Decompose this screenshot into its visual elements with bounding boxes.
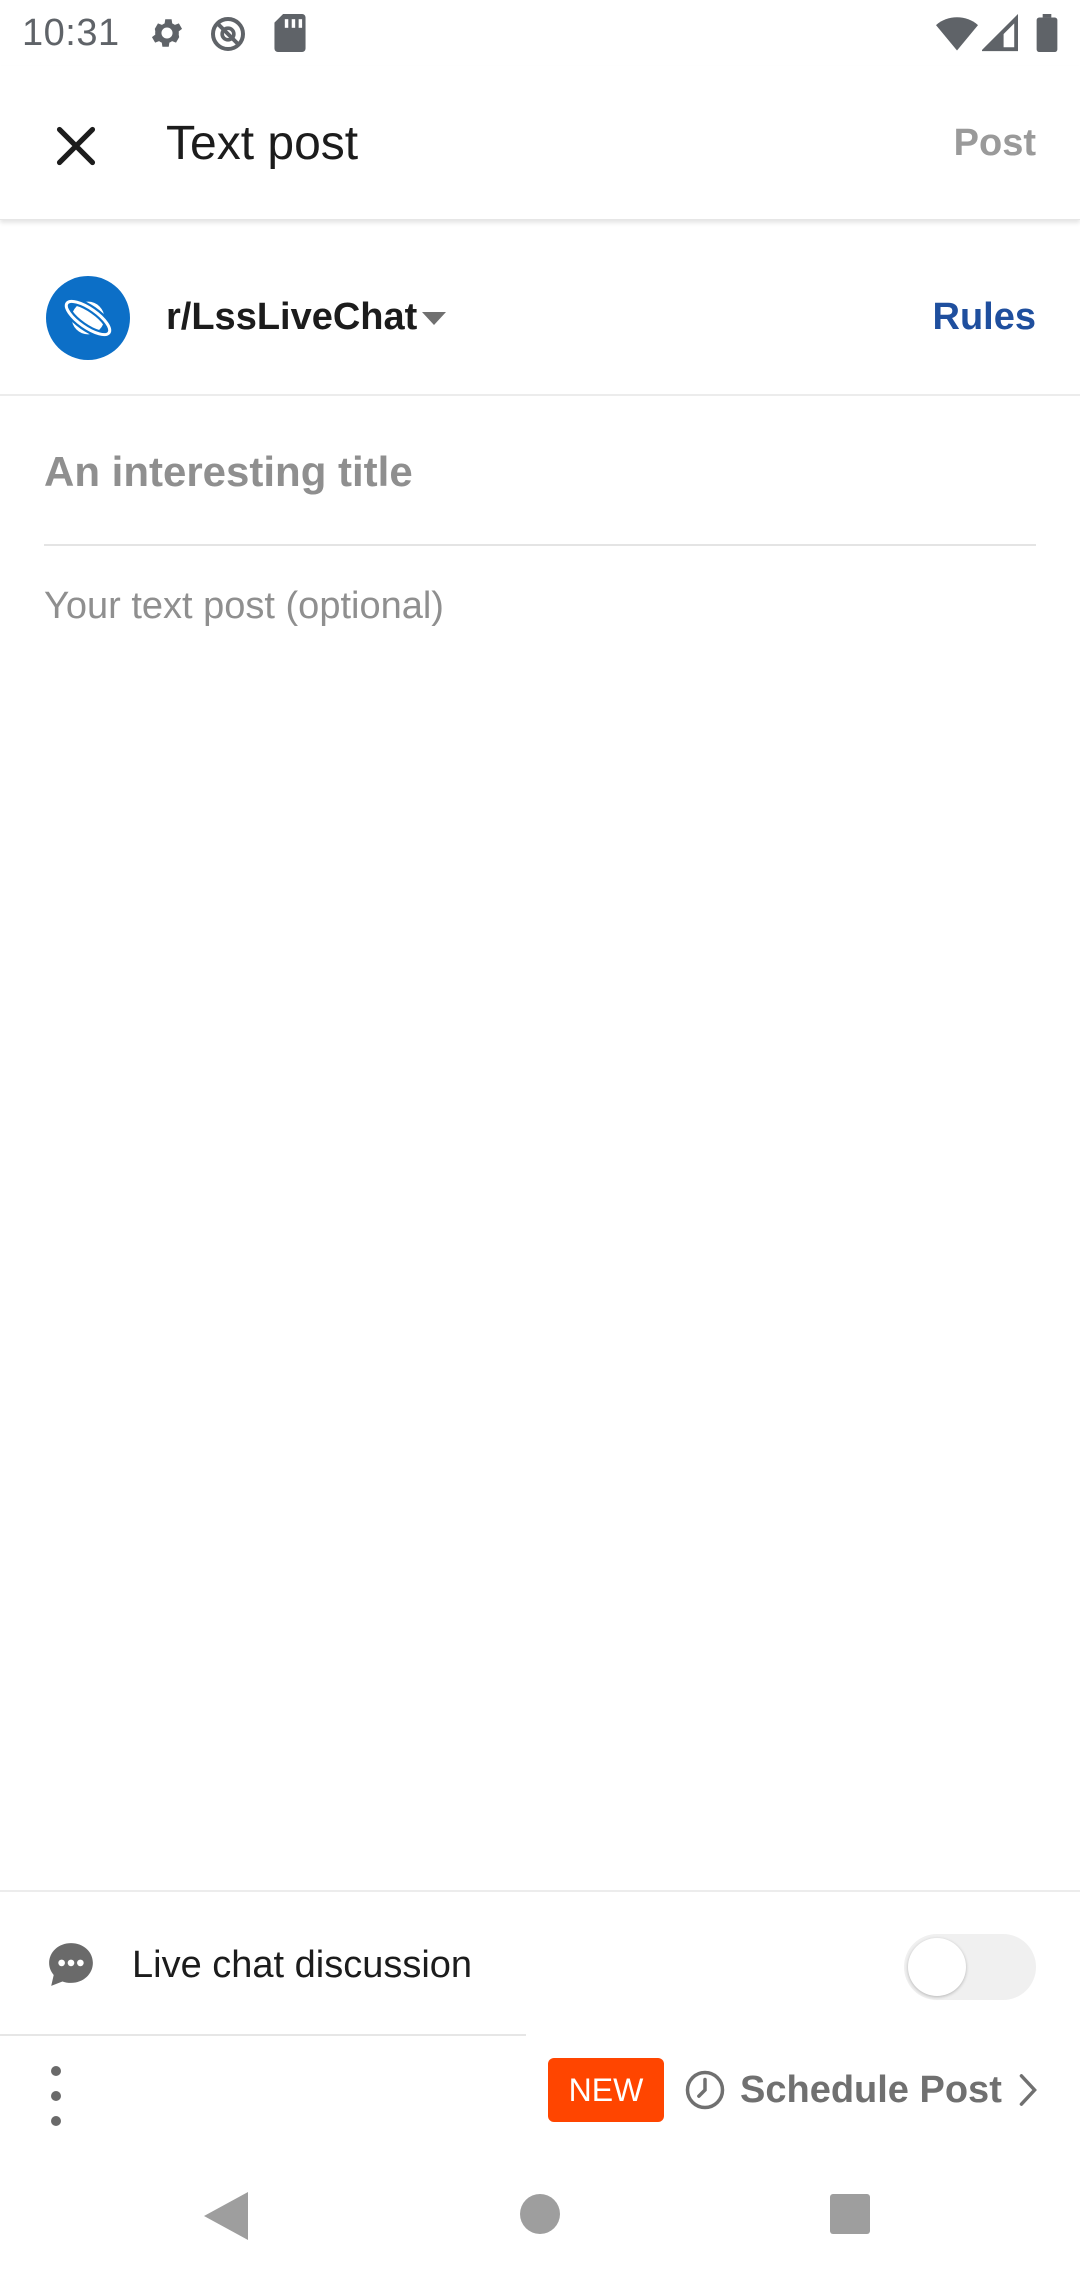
page-title: Text post	[166, 117, 359, 170]
new-badge: NEW	[548, 2058, 664, 2122]
community-name[interactable]: r/LssLiveChat	[166, 296, 417, 339]
community-selector-row: r/LssLiveChat Rules	[0, 222, 1080, 396]
status-bar: 10:31	[0, 0, 1080, 66]
status-time: 10:31	[22, 12, 120, 54]
close-icon	[56, 126, 96, 166]
close-button[interactable]	[44, 114, 108, 178]
text-post-screen: 10:31 Text post Post r/LssLiveChat Rules…	[0, 0, 1080, 2280]
more-vertical-icon[interactable]	[38, 2066, 74, 2126]
bottom-action-bar: NEW Schedule Post	[0, 2036, 1080, 2146]
live-chat-row: Live chat discussion	[0, 1890, 1080, 2034]
rules-link[interactable]: Rules	[933, 296, 1036, 339]
live-chat-toggle[interactable]	[904, 1934, 1036, 2000]
planet-icon	[62, 297, 114, 339]
schedule-post-button[interactable]: Schedule Post	[684, 2056, 1038, 2124]
live-chat-label: Live chat discussion	[132, 1944, 473, 1986]
community-avatar[interactable]	[46, 276, 130, 360]
toggle-knob	[908, 1938, 966, 1996]
vpn-icon	[208, 14, 248, 59]
settings-icon	[148, 14, 186, 57]
chat-bubble-icon	[49, 1943, 93, 1986]
wifi-icon	[936, 14, 978, 57]
battery-icon	[1036, 14, 1058, 57]
post-button[interactable]: Post	[954, 122, 1036, 165]
clock-icon	[685, 2070, 725, 2110]
toolbar: Text post Post	[0, 66, 1080, 220]
home-icon[interactable]	[520, 2194, 560, 2234]
chevron-right-icon	[1019, 2074, 1037, 2106]
navigation-bar	[0, 2146, 1080, 2280]
back-icon[interactable]	[204, 2192, 248, 2240]
sd-card-icon	[274, 14, 306, 57]
signal-icon	[980, 13, 1019, 57]
schedule-post-label: Schedule Post	[740, 2068, 1002, 2111]
title-input[interactable]	[44, 400, 1036, 546]
chevron-down-icon[interactable]	[422, 312, 446, 325]
recents-icon[interactable]	[830, 2194, 870, 2234]
body-text-input[interactable]	[44, 582, 1036, 1872]
